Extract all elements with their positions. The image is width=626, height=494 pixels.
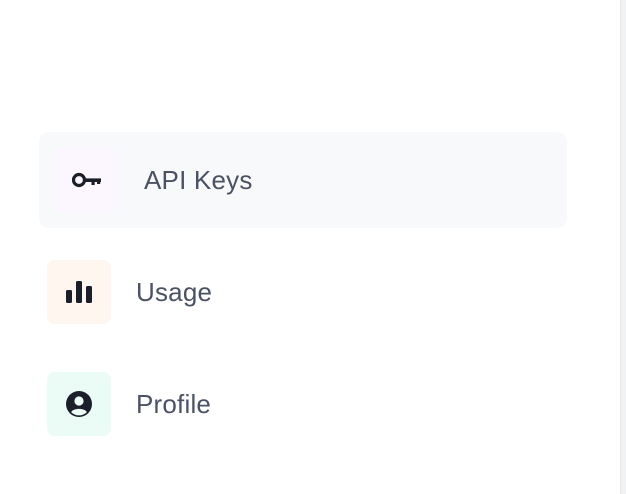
sidebar-item-label: API Keys [144,164,253,195]
user-circle-icon [47,372,111,436]
bar-chart-icon [47,260,111,324]
settings-page: API Keys Usage Profile [0,0,626,494]
key-icon [55,148,119,212]
sidebar-item-label: Usage [136,276,213,307]
sidebar-item-usage[interactable]: Usage [47,260,567,324]
panel-divider [620,0,626,494]
sidebar-nav: API Keys Usage Profile [0,0,620,494]
sidebar-item-profile[interactable]: Profile [47,372,567,436]
sidebar-item-label: Profile [136,388,212,419]
sidebar-item-api-keys[interactable]: API Keys [39,132,567,228]
